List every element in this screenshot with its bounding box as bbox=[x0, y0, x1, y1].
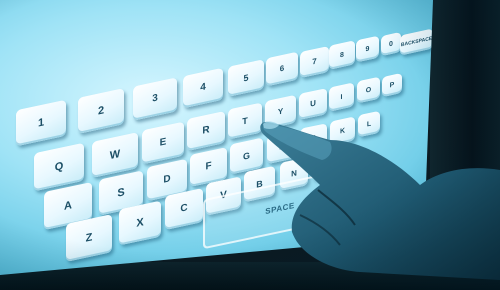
key-backspace[interactable]: BACKSPACE bbox=[400, 28, 433, 56]
key-h[interactable]: H bbox=[267, 129, 297, 165]
key-e[interactable]: E bbox=[142, 121, 184, 165]
key-8[interactable]: 8 bbox=[329, 40, 355, 70]
key-4[interactable]: 4 bbox=[183, 67, 223, 109]
key-p[interactable]: P bbox=[382, 72, 402, 98]
key-u[interactable]: U bbox=[299, 88, 327, 120]
key-0[interactable]: 0 bbox=[381, 31, 401, 57]
key-i[interactable]: I bbox=[329, 82, 354, 112]
key-z[interactable]: Z bbox=[66, 214, 112, 262]
key-r[interactable]: R bbox=[187, 110, 225, 152]
key-o[interactable]: O bbox=[357, 76, 380, 104]
key-6[interactable]: 6 bbox=[266, 51, 298, 87]
photo-scene: 1 2 3 4 5 6 7 8 9 0 BACKSPACE Q W E R T Y U I O P A S D F G H J K L Z X… bbox=[0, 0, 500, 290]
onscreen-keyboard: 1 2 3 4 5 6 7 8 9 0 BACKSPACE Q W E R T Y U I O P A S D F G H J K L Z X… bbox=[0, 0, 433, 275]
key-9[interactable]: 9 bbox=[356, 35, 379, 63]
key-5[interactable]: 5 bbox=[228, 59, 264, 97]
monitor-bezel-right bbox=[430, 0, 500, 290]
key-k[interactable]: K bbox=[330, 116, 355, 146]
key-w[interactable]: W bbox=[92, 132, 138, 178]
key-y[interactable]: Y bbox=[265, 94, 296, 130]
touchscreen: 1 2 3 4 5 6 7 8 9 0 BACKSPACE Q W E R T Y U I O P A S D F G H J K L Z X… bbox=[0, 0, 433, 275]
key-j[interactable]: J bbox=[300, 123, 327, 155]
key-x[interactable]: X bbox=[119, 200, 161, 246]
key-2[interactable]: 2 bbox=[78, 88, 124, 134]
key-3[interactable]: 3 bbox=[133, 77, 177, 121]
key-1[interactable]: 1 bbox=[16, 99, 66, 147]
key-c[interactable]: C bbox=[165, 187, 203, 231]
key-l[interactable]: L bbox=[358, 110, 380, 138]
key-7[interactable]: 7 bbox=[300, 45, 329, 79]
key-t[interactable]: T bbox=[228, 102, 262, 140]
